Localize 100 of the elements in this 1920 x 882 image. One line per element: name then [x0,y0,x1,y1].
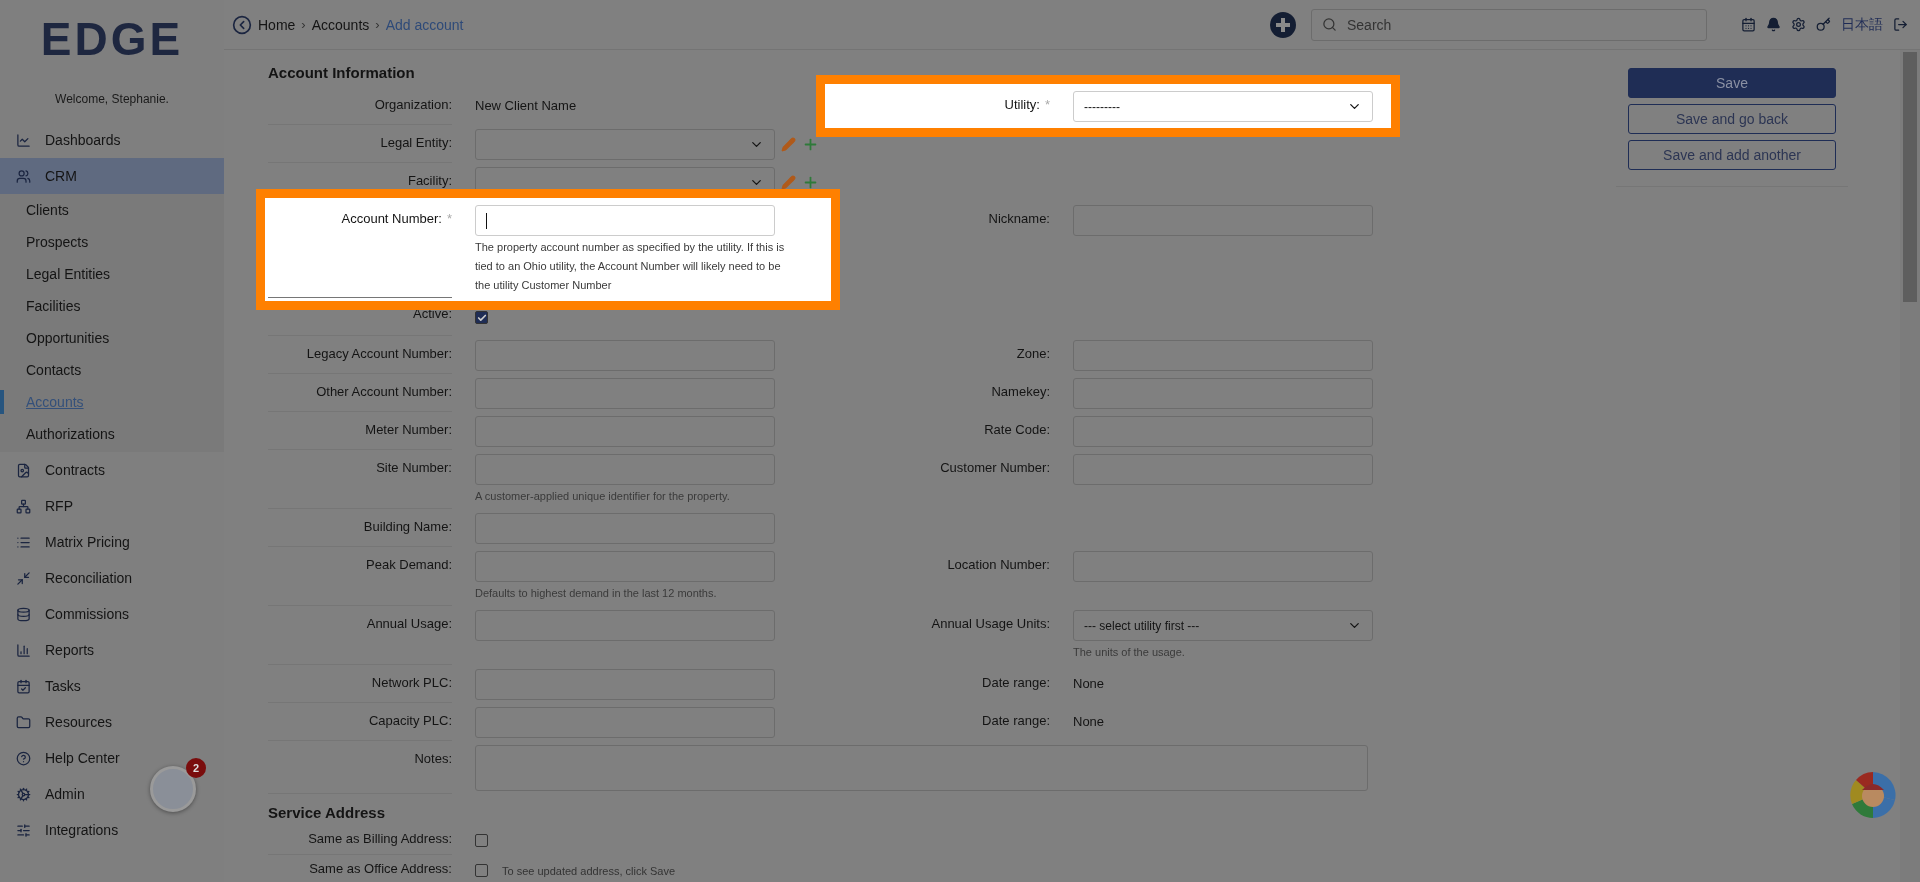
field-label: Meter Number: [365,422,452,437]
field-value: None [1073,675,1106,693]
assistant-avatar[interactable] [1848,770,1898,820]
nav-subitem[interactable]: Clients [0,194,224,226]
search-input[interactable]: Search [1345,15,1696,34]
nav-item[interactable]: CRM [0,158,224,194]
arrows-inward-icon [16,570,31,586]
calendar-icon[interactable] [1741,17,1756,32]
help-text: Defaults to highest demand in the last 12 months. [475,586,718,601]
nav-item[interactable]: Commissions [0,596,139,632]
field-label: Network PLC: [371,675,452,690]
pencil-icon[interactable] [781,137,796,152]
nav-item[interactable]: Admin [0,776,95,812]
field-label: Facility: [407,173,452,188]
notification-badge: 2 [186,758,206,778]
help-text: The units of the usage. [1073,645,1186,660]
key-icon[interactable] [1816,17,1831,32]
field-label: Annual Usage: [366,616,452,631]
scrollbar[interactable] [1900,50,1920,882]
sliders-icon [16,822,31,838]
nav-item[interactable]: Reports [0,632,105,668]
save-button[interactable]: Save [1628,68,1836,98]
language-link[interactable]: 日本語 [1841,15,1883,34]
field-label: Building Name: [363,519,452,534]
nav-subitem[interactable]: Legal Entities [0,258,224,290]
nav-subitem[interactable]: Contacts [0,354,224,386]
field-value: None [1073,713,1106,731]
logout-icon[interactable] [1893,17,1908,32]
field-value: New Client Name [475,97,578,115]
save-button[interactable]: Save and go back [1628,104,1836,134]
field-label: Zone: [1016,346,1050,361]
pencil-icon[interactable] [781,175,796,190]
section-title: Account Information [268,64,416,81]
field-label: Namekey: [991,384,1050,399]
nav-subitem[interactable]: Authorizations [0,418,224,450]
nav-item[interactable]: Integrations [0,812,129,848]
select-field[interactable]: --- select utility first --- [1073,610,1373,641]
bar-chart-icon [16,642,31,658]
add-icon[interactable] [1269,10,1297,39]
help-icon [16,750,31,766]
field-label: Notes: [414,751,452,766]
nav-item[interactable]: RFP [0,488,83,524]
nav-item[interactable]: Dashboards [0,122,131,158]
field-label: Site Number: [376,460,452,475]
field-label: Rate Code: [984,422,1050,437]
calendar-check-icon [16,678,31,694]
select-field[interactable] [475,129,775,160]
nav-item[interactable]: Matrix Pricing [0,524,140,560]
coin-stack-icon [16,606,31,622]
back-icon[interactable] [232,14,252,35]
field-label: Date range: [982,675,1050,690]
line-chart-icon [16,132,31,148]
field-label: Account Number: [341,211,442,226]
search-field[interactable]: Search [1311,8,1707,41]
breadcrumb-separator: › [301,17,306,32]
field-label: Nickname: [988,211,1050,226]
checkbox[interactable] [475,834,488,847]
logo[interactable]: EDGE [40,12,184,66]
required-mark: * [1044,97,1050,114]
breadcrumb-separator: › [375,17,380,32]
checkbox[interactable] [475,311,488,324]
field-label: Active: [413,306,452,321]
help-text: The property account number as specified by the utility. If this is tied to an Ohio utility, the Account Number will likely need to be the utility Customer Number [475,240,786,293]
section-title: Service Address [268,804,386,821]
gears-icon [16,786,31,802]
bell-icon[interactable] [1766,17,1781,32]
required-mark: * [446,211,452,228]
field-label: Same as Office Address: [309,861,452,876]
breadcrumb-link[interactable]: Home [258,16,296,33]
nav-subitem[interactable]: Prospects [0,226,224,258]
field-label: Legal Entity: [380,135,452,150]
field-label: Location Number: [947,557,1050,572]
field-label: Capacity PLC: [368,713,452,728]
nav-item[interactable]: Tasks [0,668,91,704]
save-button[interactable]: Save and add another [1628,140,1836,170]
checkbox[interactable] [475,864,488,877]
field-label: Annual Usage Units: [931,616,1050,631]
people-icon [16,168,31,184]
nav-subitem[interactable]: Opportunities [0,322,224,354]
nav-item[interactable]: Reconciliation [0,560,143,596]
add-icon[interactable] [802,174,819,191]
search-icon [1322,17,1337,32]
settings-icon[interactable] [1791,17,1806,32]
list-icon [16,534,31,550]
field-label: Legacy Account Number: [306,346,452,361]
nav-item[interactable]: Help Center [0,740,130,776]
select-field[interactable]: --------- [1073,91,1373,122]
nav-item[interactable]: Contracts [0,452,115,488]
field-label: Organization: [374,97,452,112]
field-label: Customer Number: [940,460,1050,475]
field-label: Peak Demand: [366,557,452,572]
help-text: A customer-applied unique identifier for the property. [475,489,731,504]
breadcrumb-link[interactable]: Accounts [311,16,370,33]
folder-icon [16,714,31,730]
field-label: Date range: [982,713,1050,728]
nav-subitem[interactable]: Facilities [0,290,224,322]
document-icon [16,462,31,478]
welcome-text: Welcome, Stephanie. [55,92,169,106]
nav-item[interactable]: Resources [0,704,122,740]
hierarchy-icon [16,498,31,514]
